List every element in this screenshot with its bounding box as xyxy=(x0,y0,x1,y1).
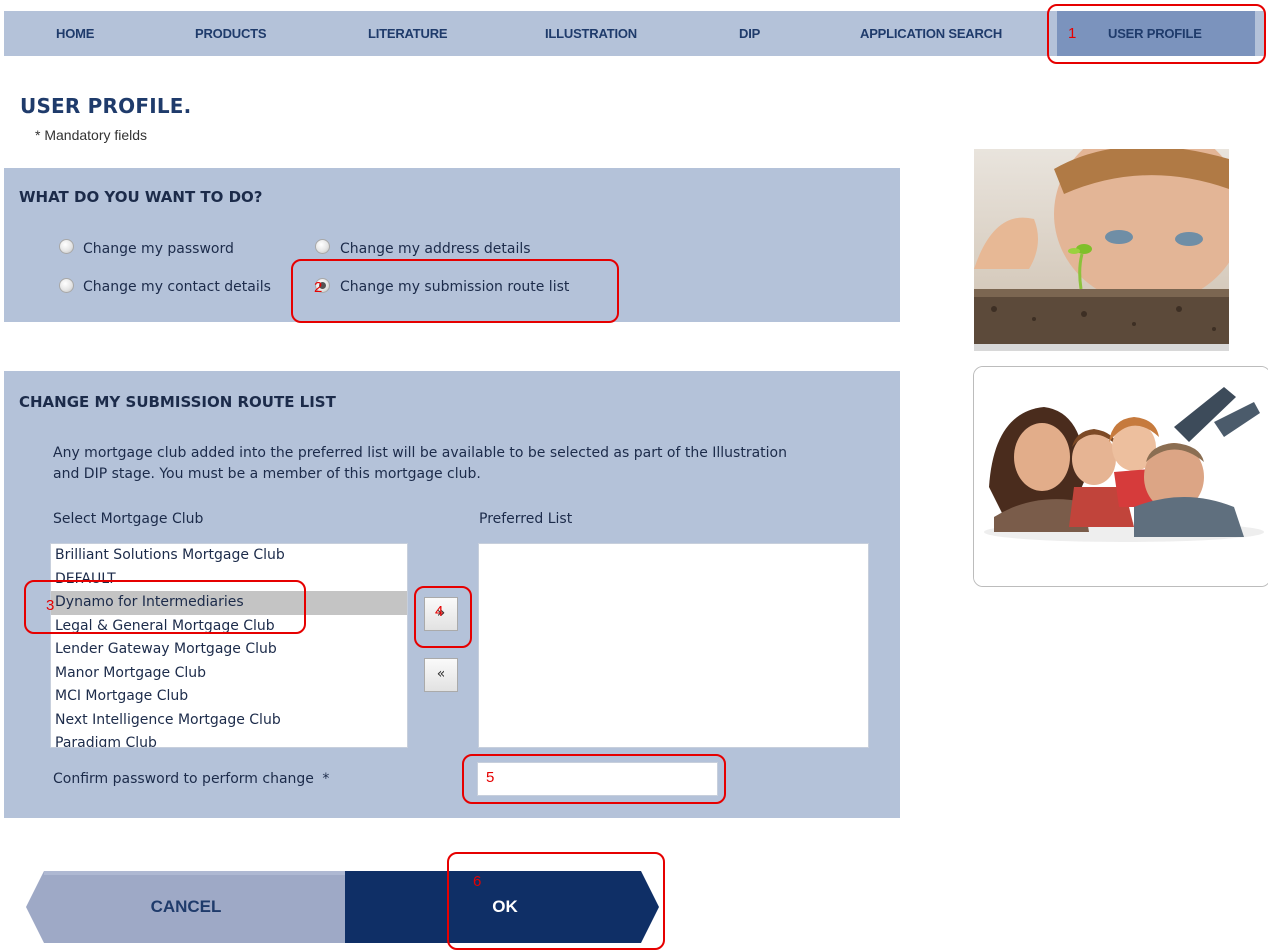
annotation-box-2 xyxy=(291,259,619,323)
family-lying-down-photo xyxy=(973,366,1268,587)
annotation-number-6: 6 xyxy=(473,873,482,890)
mandatory-note: * Mandatory fields xyxy=(35,127,148,143)
mortgage-club-listbox[interactable]: Brilliant Solutions Mortgage Club DEFAUL… xyxy=(50,543,408,748)
required-asterisk: * xyxy=(322,771,330,787)
preferred-listbox[interactable] xyxy=(478,543,869,748)
submission-route-title: CHANGE MY SUBMISSION ROUTE LIST xyxy=(19,393,336,411)
cancel-button-label[interactable]: CANCEL xyxy=(126,897,246,917)
annotation-box-6 xyxy=(447,852,665,950)
list-item[interactable]: Brilliant Solutions Mortgage Club xyxy=(51,544,407,568)
list-item[interactable]: Next Intelligence Mortgage Club xyxy=(51,709,407,733)
boy-with-seedling-photo xyxy=(974,149,1229,351)
radio-label-change-contact[interactable]: Change my contact details xyxy=(83,279,271,295)
radio-label-change-address[interactable]: Change my address details xyxy=(340,241,531,257)
list-item[interactable]: Manor Mortgage Club xyxy=(51,662,407,686)
annotation-number-2: 2 xyxy=(314,279,323,296)
preferred-list-label: Preferred List xyxy=(479,511,573,527)
list-item[interactable]: Paradigm Club xyxy=(51,732,407,747)
radio-change-address[interactable] xyxy=(315,239,330,254)
radio-label-change-password[interactable]: Change my password xyxy=(83,241,234,257)
remove-from-preferred-button[interactable]: « xyxy=(424,658,458,692)
annotation-number-1: 1 xyxy=(1068,25,1077,42)
nav-dip[interactable]: DIP xyxy=(739,11,760,56)
boy-with-seedling-illustration xyxy=(974,149,1229,351)
what-to-do-title: WHAT DO YOU WANT TO DO? xyxy=(19,188,263,206)
family-lying-down-illustration xyxy=(974,367,1268,586)
list-item[interactable]: Lender Gateway Mortgage Club xyxy=(51,638,407,662)
annotation-number-5: 5 xyxy=(486,769,495,786)
annotation-box-5 xyxy=(462,754,726,804)
confirm-password-label: Confirm password to perform change * xyxy=(53,771,329,787)
page-title: USER PROFILE. xyxy=(20,94,192,118)
annotation-box-1 xyxy=(1047,4,1266,64)
annotation-box-3 xyxy=(24,580,306,634)
confirm-password-label-text: Confirm password to perform change xyxy=(53,771,314,787)
nav-home[interactable]: HOME xyxy=(56,11,94,56)
submission-route-description-line2: and DIP stage. You must be a member of t… xyxy=(53,466,481,482)
select-club-label: Select Mortgage Club xyxy=(53,511,204,527)
nav-products[interactable]: PRODUCTS xyxy=(195,11,267,56)
submission-route-description-line1: Any mortgage club added into the preferr… xyxy=(53,445,787,461)
annotation-number-3: 3 xyxy=(46,597,55,614)
nav-literature[interactable]: LITERATURE xyxy=(368,11,448,56)
radio-change-password[interactable] xyxy=(59,239,74,254)
radio-change-contact[interactable] xyxy=(59,278,74,293)
nav-illustration[interactable]: ILLUSTRATION xyxy=(545,11,637,56)
annotation-number-4: 4 xyxy=(435,603,444,620)
nav-application-search[interactable]: APPLICATION SEARCH xyxy=(860,11,1002,56)
list-item[interactable]: MCI Mortgage Club xyxy=(51,685,407,709)
